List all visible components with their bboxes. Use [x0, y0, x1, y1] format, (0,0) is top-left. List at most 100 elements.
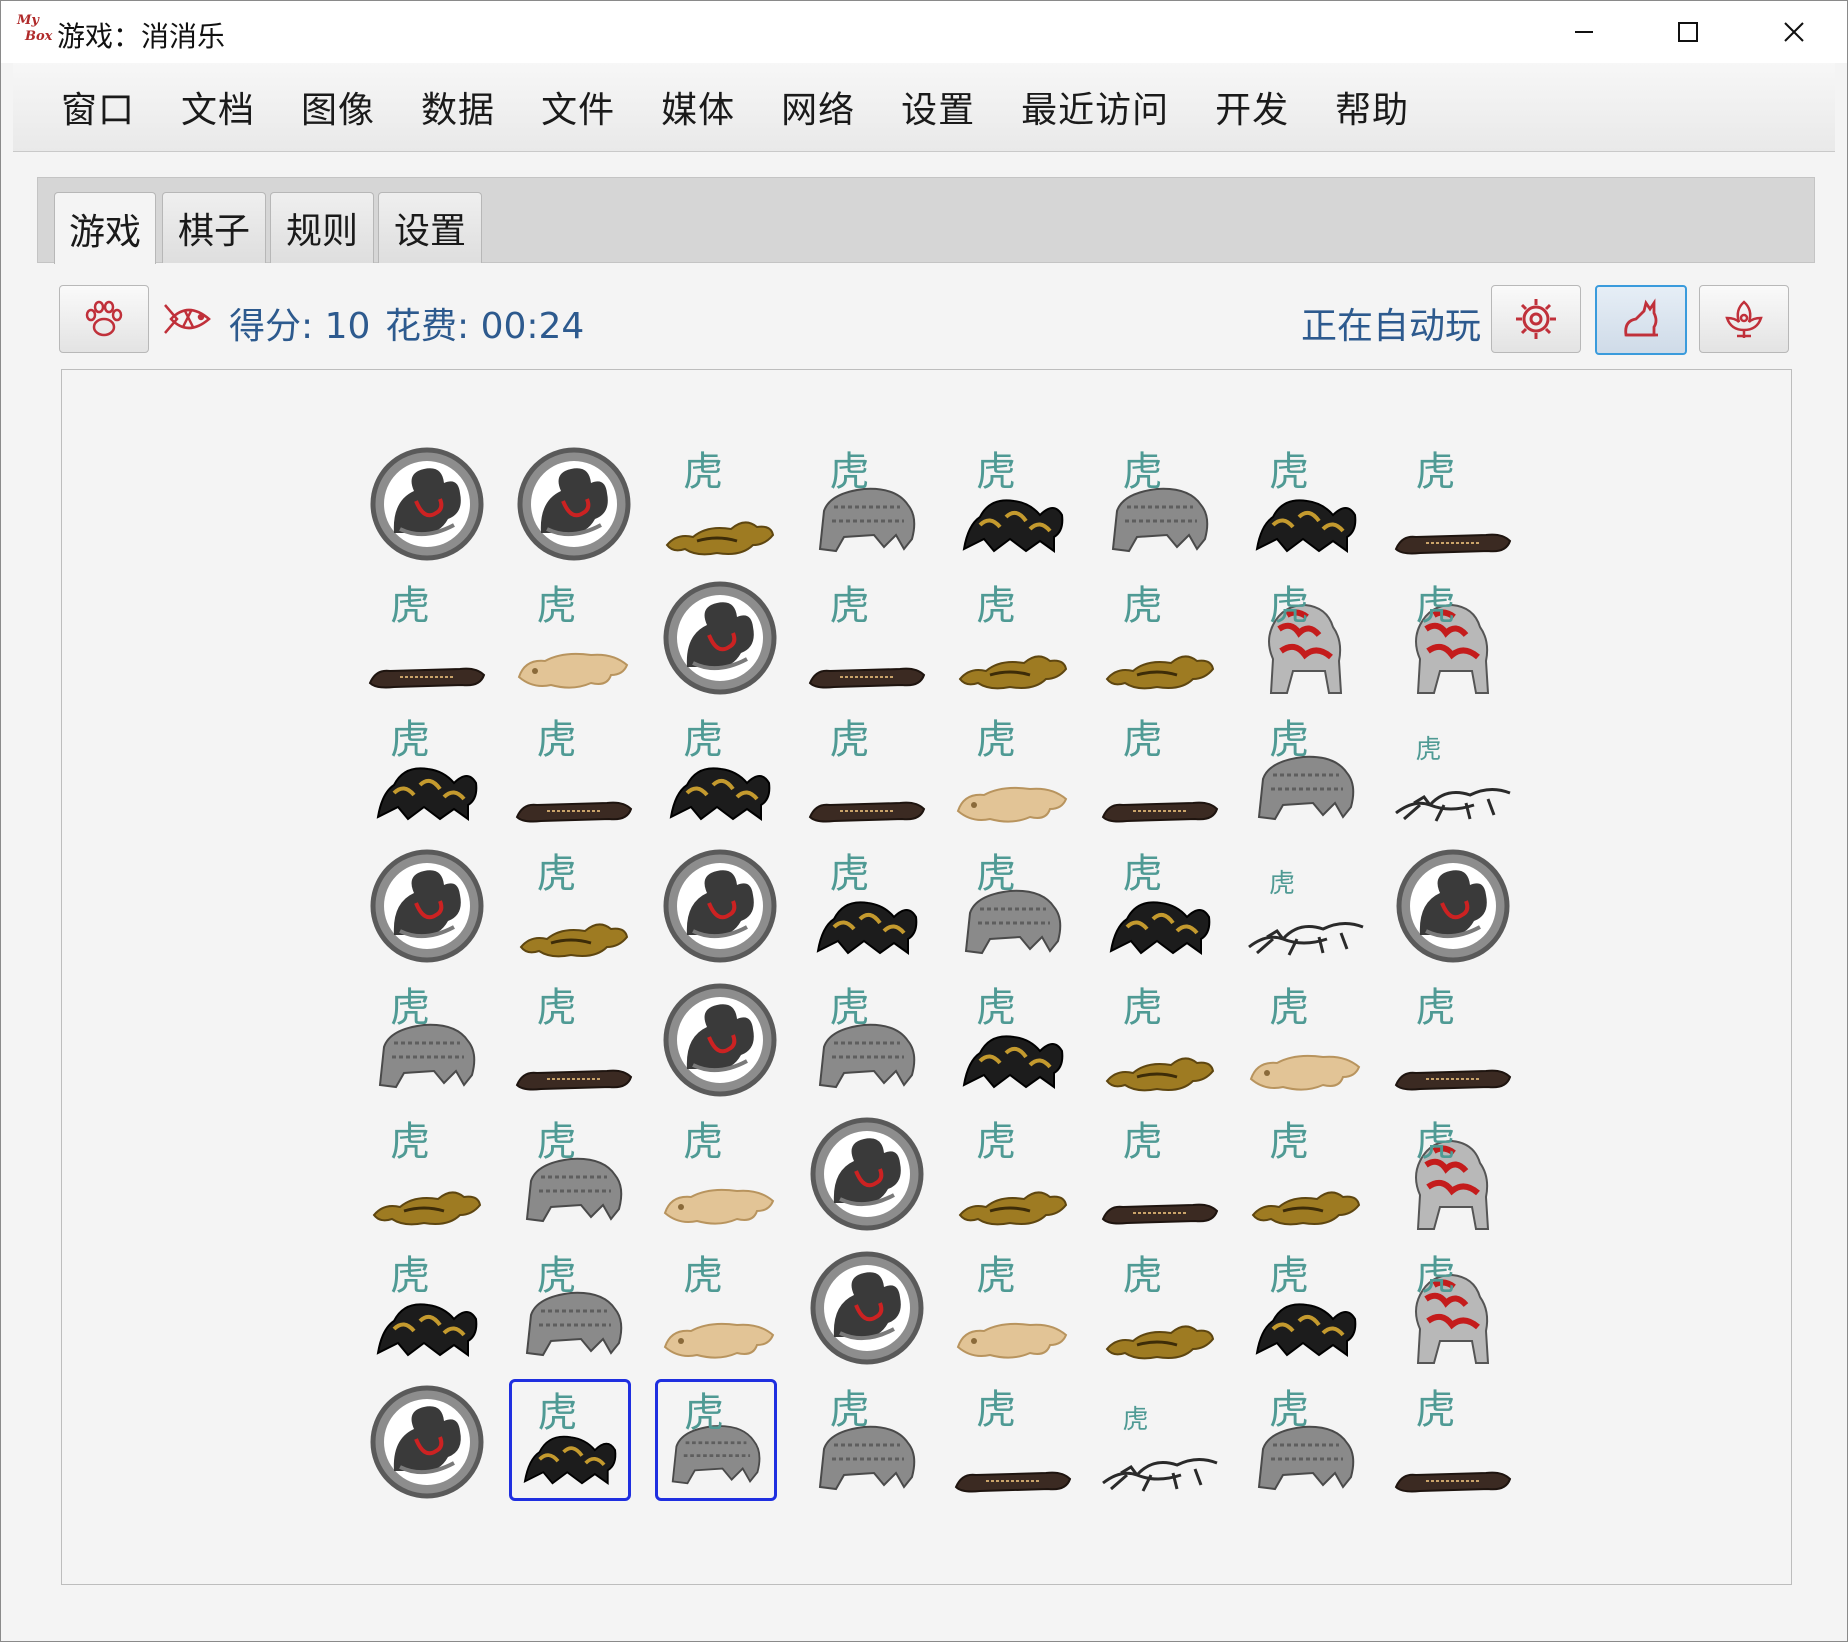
piece-disc[interactable]: [364, 441, 490, 567]
tab-rules[interactable]: 规则: [270, 192, 374, 263]
piece-dark[interactable]: 虎: [511, 977, 637, 1103]
piece-dark[interactable]: 虎: [804, 709, 930, 835]
piece-gray[interactable]: 虎: [511, 1111, 637, 1237]
menu-settings[interactable]: 设置: [901, 81, 975, 133]
piece-disc[interactable]: [364, 1379, 490, 1505]
menu-file[interactable]: 文件: [541, 81, 615, 133]
piece-black[interactable]: 虎: [950, 977, 1076, 1103]
piece-dark[interactable]: 虎: [1390, 977, 1516, 1103]
piece-black[interactable]: 虎: [950, 441, 1076, 567]
menu-network[interactable]: 网络: [781, 81, 855, 133]
piece-disc[interactable]: [1390, 843, 1516, 969]
piece-gold[interactable]: 虎: [1097, 977, 1223, 1103]
piece-dark[interactable]: 虎: [950, 1379, 1076, 1505]
piece-red[interactable]: 虎: [1390, 1111, 1516, 1237]
piece-disc[interactable]: [364, 843, 490, 969]
piece-gold[interactable]: 虎: [657, 441, 783, 567]
menu-image[interactable]: 图像: [301, 81, 375, 133]
menu-help[interactable]: 帮助: [1335, 81, 1409, 133]
menu-recent[interactable]: 最近访问: [1021, 81, 1169, 133]
piece-sketch[interactable]: 虎: [1243, 843, 1369, 969]
menu-develop[interactable]: 开发: [1215, 81, 1289, 133]
auto-play-button[interactable]: [1595, 285, 1687, 355]
piece-dark[interactable]: 虎: [1097, 709, 1223, 835]
piece-gray[interactable]: 虎: [511, 1245, 637, 1371]
piece-gray[interactable]: 虎: [804, 441, 930, 567]
flower-button[interactable]: [1699, 285, 1789, 353]
piece-gold[interactable]: 虎: [1243, 1111, 1369, 1237]
piece-black[interactable]: 虎: [1243, 1245, 1369, 1371]
piece-gray[interactable]: 虎: [804, 977, 930, 1103]
close-button[interactable]: [1759, 9, 1829, 55]
menu-document[interactable]: 文档: [181, 81, 255, 133]
piece-gold[interactable]: 虎: [950, 1111, 1076, 1237]
piece-cream[interactable]: 虎: [950, 709, 1076, 835]
paw-button[interactable]: [59, 285, 149, 353]
piece-gold[interactable]: 虎: [364, 1111, 490, 1237]
settings-button[interactable]: [1491, 285, 1581, 353]
close-icon: [1784, 22, 1804, 42]
score-label: 得分: 10: [229, 306, 371, 347]
tab-settings[interactable]: 设置: [378, 192, 482, 263]
piece-red[interactable]: 虎: [1390, 575, 1516, 701]
piece-red[interactable]: 虎: [1243, 575, 1369, 701]
piece-cream[interactable]: 虎: [657, 1245, 783, 1371]
seal-glyph-icon: 虎: [1269, 583, 1309, 629]
tab-pieces[interactable]: 棋子: [162, 192, 266, 263]
piece-gray[interactable]: 虎: [655, 1379, 777, 1501]
game-board: 虎虎虎虎虎虎虎虎虎虎虎虎虎虎虎虎虎虎虎虎虎虎虎虎虎虎虎虎虎虎虎虎虎虎虎虎虎虎虎虎…: [61, 369, 1792, 1585]
piece-disc[interactable]: [804, 1245, 930, 1371]
piece-sketch[interactable]: 虎: [1390, 709, 1516, 835]
piece-gold[interactable]: 虎: [511, 843, 637, 969]
piece-gold[interactable]: 虎: [1097, 1245, 1223, 1371]
piece-cream[interactable]: 虎: [950, 1245, 1076, 1371]
piece-gray[interactable]: 虎: [1097, 441, 1223, 567]
piece-gold[interactable]: 虎: [950, 575, 1076, 701]
piece-dark[interactable]: 虎: [511, 709, 637, 835]
minimize-button[interactable]: [1549, 9, 1619, 55]
piece-disc[interactable]: [804, 1111, 930, 1237]
piece-cream[interactable]: 虎: [657, 1111, 783, 1237]
piece-black[interactable]: 虎: [1097, 843, 1223, 969]
seal-glyph-icon: 虎: [829, 985, 870, 1031]
piece-sketch[interactable]: 虎: [1097, 1379, 1223, 1505]
tab-game[interactable]: 游戏: [54, 192, 156, 264]
title-bar[interactable]: My Box 游戏：消消乐: [1, 1, 1847, 63]
menu-window[interactable]: 窗口: [61, 81, 135, 133]
piece-gray[interactable]: 虎: [364, 977, 490, 1103]
piece-gray[interactable]: 虎: [950, 843, 1076, 969]
seal-glyph-icon: 虎: [536, 1119, 577, 1165]
disc-piece-icon: [364, 441, 490, 567]
piece-gold[interactable]: 虎: [1097, 575, 1223, 701]
menu-media[interactable]: 媒体: [661, 81, 735, 133]
piece-disc[interactable]: [657, 843, 783, 969]
piece-gray[interactable]: 虎: [1243, 709, 1369, 835]
piece-black[interactable]: 虎: [657, 709, 783, 835]
sketch-piece-icon: [1101, 1457, 1218, 1493]
piece-black[interactable]: 虎: [804, 843, 930, 969]
seal-glyph-icon: 虎: [1269, 1387, 1309, 1433]
piece-dark[interactable]: 虎: [1390, 1379, 1516, 1505]
menu-data[interactable]: 数据: [421, 81, 495, 133]
piece-dark[interactable]: 虎: [1390, 441, 1516, 567]
piece-gray[interactable]: 虎: [1243, 1379, 1369, 1505]
piece-disc[interactable]: [657, 575, 783, 701]
piece-gray[interactable]: 虎: [804, 1379, 930, 1505]
piece-black[interactable]: 虎: [1243, 441, 1369, 567]
piece-red[interactable]: 虎: [1390, 1245, 1516, 1371]
piece-dark[interactable]: 虎: [804, 575, 930, 701]
piece-dark[interactable]: 虎: [364, 575, 490, 701]
piece-black[interactable]: 虎: [508, 1379, 631, 1501]
maximize-button[interactable]: [1653, 9, 1723, 55]
piece-black[interactable]: 虎: [364, 709, 490, 835]
disc-piece-icon: [511, 441, 637, 567]
piece-cream[interactable]: 虎: [1243, 977, 1369, 1103]
piece-cream[interactable]: 虎: [511, 575, 637, 701]
piece-dark[interactable]: 虎: [1097, 1111, 1223, 1237]
gear-icon: [1516, 299, 1556, 339]
piece-disc[interactable]: [511, 441, 637, 567]
game-window: My Box 游戏：消消乐 窗口 文档 图像 数据 文件 媒体 网络 设置 最近…: [0, 0, 1848, 1642]
seal-glyph-icon: 虎: [1122, 985, 1163, 1031]
piece-black[interactable]: 虎: [364, 1245, 490, 1371]
piece-disc[interactable]: [657, 977, 783, 1103]
